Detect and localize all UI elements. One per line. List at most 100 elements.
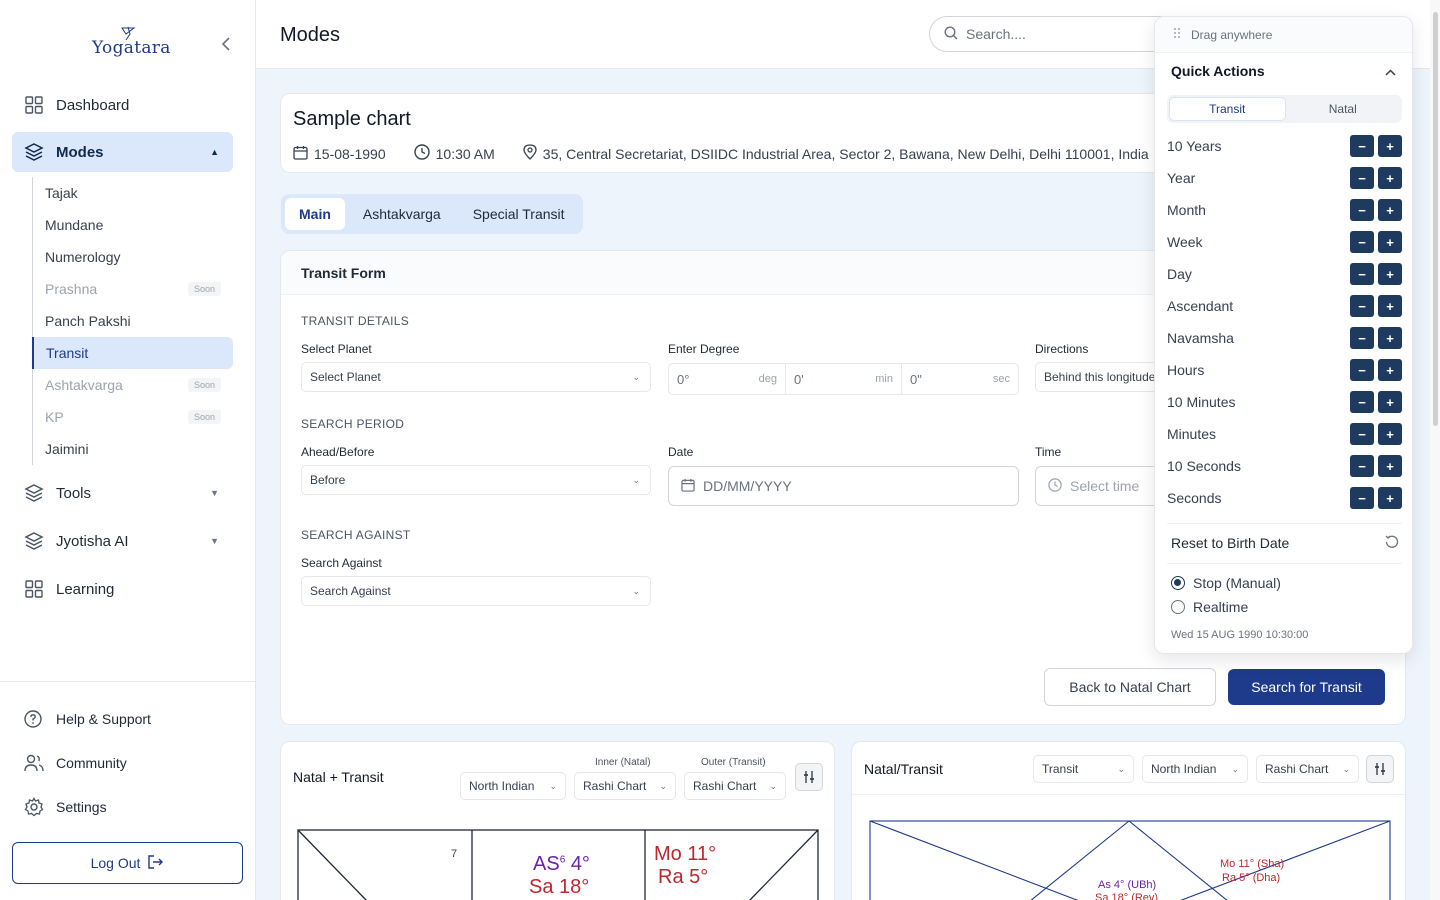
scrollbar-thumb[interactable] [1433,12,1438,426]
chart-settings-button[interactable] [795,763,823,791]
tab-ashtakvarga[interactable]: Ashtakvarga [349,198,455,230]
search-for-transit-button[interactable]: Search for Transit [1228,669,1385,705]
increment-button[interactable]: + [1378,423,1402,445]
increment-button[interactable]: + [1378,231,1402,253]
chart-style-dropdown[interactable]: North Indian ⌄ [460,772,566,800]
stepper-buttons: − + [1350,423,1402,445]
toggle-natal[interactable]: Natal [1286,97,1401,121]
ahead-before-dropdown[interactable]: Before ⌄ [301,465,651,495]
nav-jyotisha-ai[interactable]: Jyotisha AI ▼ [12,521,233,561]
page-scrollbar[interactable] [1430,0,1440,900]
increment-button[interactable]: + [1378,455,1402,477]
chart-style-dropdown[interactable]: North Indian ⌄ [1142,755,1248,783]
decrement-button[interactable]: − [1350,199,1374,221]
tab-main[interactable]: Main [285,198,345,230]
nav-tools[interactable]: Tools ▼ [12,473,233,513]
quick-actions-panel[interactable]: Drag anywhere Quick Actions Transit Nata… [1154,16,1413,654]
chart-mode-dropdown[interactable]: Transit ⌄ [1033,755,1134,783]
tab-special-transit[interactable]: Special Transit [459,198,579,230]
nav-modes[interactable]: Modes ▲ [12,132,233,172]
radio-stop-manual[interactable]: Stop (Manual) [1171,574,1281,592]
caret-up-icon: ▲ [210,147,219,157]
back-to-natal-button[interactable]: Back to Natal Chart [1044,668,1216,706]
increment-button[interactable]: + [1378,391,1402,413]
increment-button[interactable]: + [1378,327,1402,349]
increment-button[interactable]: + [1378,263,1402,285]
current-timestamp: Wed 15 AUG 1990 10:30:00 [1171,629,1309,641]
decrement-button[interactable]: − [1350,359,1374,381]
sub-item-jaimini[interactable]: Jaimini [33,433,233,465]
outer-transit-label: Outer (Transit) [701,757,766,768]
chevron-down-icon: ⌄ [1231,763,1239,774]
settings-link[interactable]: Settings [24,795,107,819]
drag-handle[interactable]: Drag anywhere [1155,17,1412,53]
decrement-button[interactable]: − [1350,295,1374,317]
calendar-icon [293,145,308,163]
nav-dashboard[interactable]: Dashboard [12,85,233,125]
chevron-up-icon[interactable] [1385,65,1396,79]
stepper-label: Ascendant [1167,298,1234,314]
sidebar: Yogatara Dashboard Modes ▲ Tajak Mundane… [0,0,256,900]
decrement-button[interactable]: − [1350,263,1374,285]
decrement-button[interactable]: − [1350,167,1374,189]
date-input[interactable]: DD/MM/YYYY [668,466,1019,506]
decrement-button[interactable]: − [1350,391,1374,413]
collapse-sidebar-button[interactable] [216,34,236,54]
search-input[interactable]: Search.... [929,16,1179,52]
sub-item-label: Tajak [45,185,78,201]
sub-item-panch-pakshi[interactable]: Panch Pakshi [33,305,233,337]
chart-type-value: Rashi Chart [1265,762,1329,776]
chart-name: Sample chart [293,108,411,130]
sub-item-mundane[interactable]: Mundane [33,209,233,241]
section-search-against: SEARCH AGAINST [301,528,411,542]
stepper-buttons: − + [1350,263,1402,285]
reset-to-birth-date-button[interactable]: Reset to Birth Date [1171,533,1399,553]
ascendant-marker: AS6 4° [533,853,590,876]
degree-unit: deg [758,373,777,385]
logout-button[interactable]: Log Out [12,842,243,884]
seconds-input[interactable]: 0" sec [901,363,1019,395]
decrement-button[interactable]: − [1350,135,1374,157]
help-circle-icon [24,710,44,728]
chevron-down-icon: ⌄ [659,780,667,791]
decrement-button[interactable]: − [1350,231,1374,253]
increment-button[interactable]: + [1378,359,1402,381]
toggle-transit[interactable]: Transit [1169,97,1286,121]
degree-input[interactable]: 0° deg [668,363,786,395]
decrement-button[interactable]: − [1350,327,1374,349]
sliders-icon [1375,763,1385,775]
search-against-label: Search Against [301,556,382,570]
decrement-button[interactable]: − [1350,487,1374,509]
sub-item-tajak[interactable]: Tajak [33,177,233,209]
stepper-row: Month − + [1167,198,1402,222]
sub-item-kp: KP Soon [33,401,233,433]
chart-type-dropdown[interactable]: Rashi Chart ⌄ [1256,755,1359,783]
sub-item-transit[interactable]: Transit [32,337,233,369]
sub-item-numerology[interactable]: Numerology [33,241,233,273]
search-against-dropdown[interactable]: Search Against ⌄ [301,576,651,606]
minutes-input[interactable]: 0' min [785,363,902,395]
increment-button[interactable]: + [1378,295,1402,317]
increment-button[interactable]: + [1378,167,1402,189]
decrement-button[interactable]: − [1350,423,1374,445]
chevron-down-icon: ⌄ [632,474,640,485]
brand-logo[interactable]: Yogatara [92,26,170,66]
radio-realtime[interactable]: Realtime [1171,598,1248,616]
community-link[interactable]: Community [24,751,127,775]
stepper-buttons: − + [1350,359,1402,381]
help-support-link[interactable]: Help & Support [24,707,151,731]
select-planet-dropdown[interactable]: Select Planet ⌄ [301,362,651,392]
page-title: Modes [280,24,341,46]
caret-down-icon: ▼ [210,488,219,498]
outer-chart-dropdown[interactable]: Rashi Chart ⌄ [684,772,786,800]
increment-button[interactable]: + [1378,487,1402,509]
inner-chart-dropdown[interactable]: Rashi Chart ⌄ [574,772,676,800]
increment-button[interactable]: + [1378,135,1402,157]
mode-tabs: Main Ashtakvarga Special Transit [281,194,583,234]
decrement-button[interactable]: − [1350,455,1374,477]
nav-learning[interactable]: Learning [12,569,233,609]
stepper-label: 10 Minutes [1167,394,1236,410]
increment-button[interactable]: + [1378,199,1402,221]
reset-icon [1385,535,1399,552]
chart-settings-button[interactable] [1366,755,1394,783]
